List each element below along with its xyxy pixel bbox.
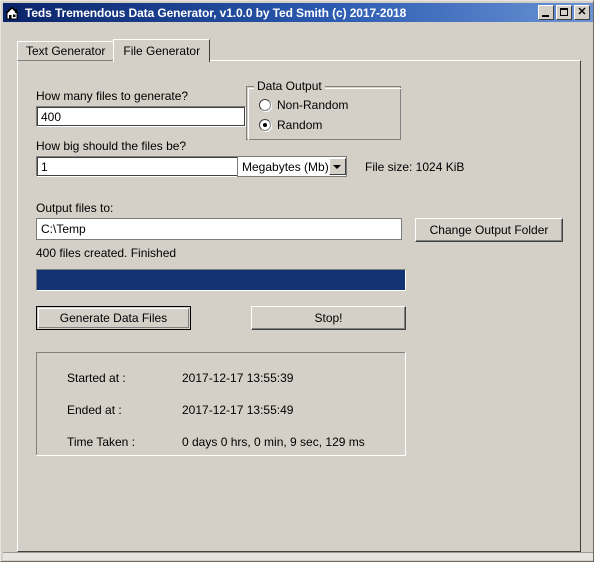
tab-strip: Text Generator File Generator <box>17 38 211 62</box>
radio-random-label: Random <box>277 118 323 132</box>
time-taken-label: Time Taken : <box>67 435 136 449</box>
output-folder-label: Output files to: <box>36 201 114 215</box>
started-at-value: 2017-12-17 13:55:39 <box>182 371 294 385</box>
radio-non-random-label: Non-Random <box>277 98 349 112</box>
file-size-label: How big should the files be? <box>36 139 187 153</box>
tab-file-generator-label: File Generator <box>123 43 201 58</box>
started-at-label: Started at : <box>67 371 126 385</box>
size-unit-select[interactable]: Megabytes (Mb) <box>237 156 347 177</box>
data-output-group: Data Output Non-Random Random <box>246 79 401 140</box>
radio-random-dot <box>259 119 271 131</box>
file-generator-panel: How many files to generate? 400 Data Out… <box>17 60 581 552</box>
radio-non-random-dot <box>259 99 271 111</box>
client-area: Text Generator File Generator How many f… <box>3 22 593 559</box>
file-count-input[interactable]: 400 <box>36 106 246 127</box>
generation-progress-bar <box>36 269 406 291</box>
tab-text-generator-label: Text Generator <box>26 44 106 58</box>
computed-file-size: File size: 1024 KiB <box>365 160 465 174</box>
generate-data-files-button[interactable]: Generate Data Files <box>36 306 191 330</box>
generate-data-files-label: Generate Data Files <box>59 311 168 325</box>
size-unit-value: Megabytes (Mb) <box>242 159 329 174</box>
ended-at-value: 2017-12-17 13:55:49 <box>182 403 294 417</box>
ended-at-label: Ended at : <box>67 403 122 417</box>
window-title: Teds Tremendous Data Generator, v1.0.0 b… <box>25 5 407 20</box>
chevron-down-icon[interactable] <box>328 158 346 175</box>
window-bottom-strip <box>3 552 593 560</box>
app-house-icon <box>5 4 21 21</box>
generation-progress-fill <box>37 270 405 290</box>
title-bar[interactable]: Teds Tremendous Data Generator, v1.0.0 b… <box>3 3 593 22</box>
change-output-folder-label: Change Output Folder <box>429 223 549 237</box>
window-controls: ✕ <box>538 5 591 20</box>
change-output-folder-button[interactable]: Change Output Folder <box>415 218 563 242</box>
time-taken-value: 0 days 0 hrs, 0 min, 9 sec, 129 ms <box>182 435 365 449</box>
file-count-label: How many files to generate? <box>36 89 189 103</box>
data-output-group-title: Data Output <box>254 79 325 93</box>
close-button[interactable]: ✕ <box>574 5 590 20</box>
run-statistics-panel: Started at : 2017-12-17 13:55:39 Ended a… <box>36 352 406 456</box>
tab-file-generator[interactable]: File Generator <box>113 39 211 62</box>
close-icon: ✕ <box>577 6 587 18</box>
radio-non-random[interactable]: Non-Random <box>259 98 348 112</box>
maximize-button[interactable] <box>556 5 572 20</box>
minimize-button[interactable] <box>538 5 554 20</box>
file-size-input[interactable]: 1 <box>36 156 246 177</box>
stop-button[interactable]: Stop! <box>251 306 406 330</box>
stop-button-label: Stop! <box>314 311 343 325</box>
application-window: Teds Tremendous Data Generator, v1.0.0 b… <box>0 0 594 562</box>
radio-random[interactable]: Random <box>259 118 322 132</box>
output-folder-input[interactable]: C:\Temp <box>36 218 402 240</box>
generation-status-text: 400 files created. Finished <box>36 246 177 260</box>
tab-text-generator[interactable]: Text Generator <box>17 41 115 61</box>
